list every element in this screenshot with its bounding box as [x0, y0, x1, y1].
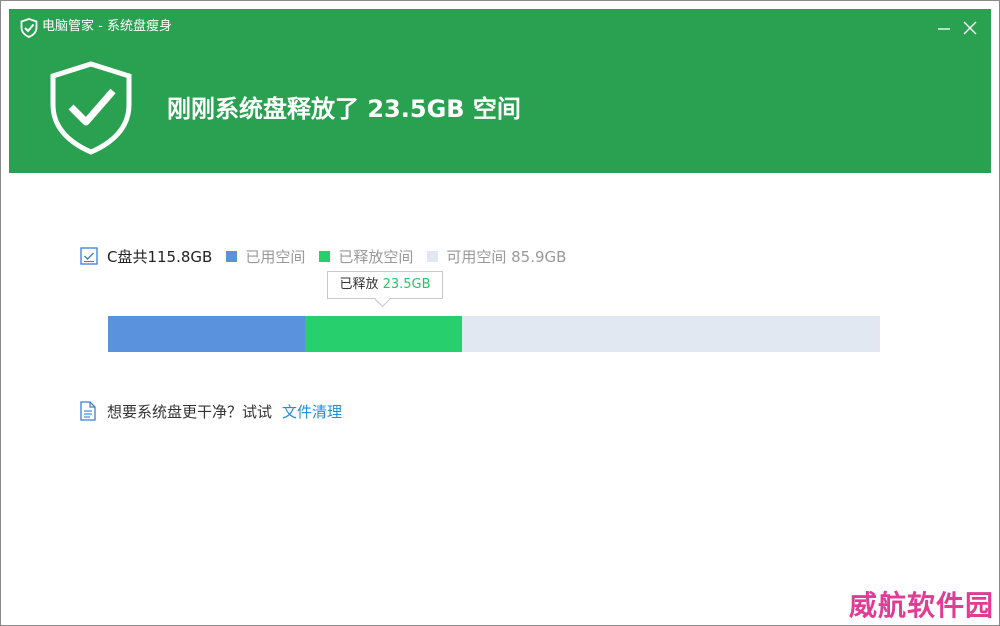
- checkbox-checked-icon[interactable]: [79, 246, 99, 266]
- minimize-button[interactable]: [933, 17, 955, 39]
- watermark: 威航软件园: [849, 589, 995, 622]
- close-icon: [963, 21, 977, 35]
- minimize-icon: [938, 28, 950, 30]
- title-bar[interactable]: 电脑管家 - 系统盘瘦身: [9, 9, 991, 45]
- disk-summary: C盘共115.8GB 已用空间 已释放空间 可用空间 85.9GB: [79, 244, 580, 268]
- disk-total-label: C盘共115.8GB: [107, 247, 213, 266]
- tooltip-value: 23.5GB: [382, 277, 431, 292]
- hint-text: 想要系统盘更干净？试试: [107, 402, 273, 421]
- app-window: 电脑管家 - 系统盘瘦身 刚刚系统盘释放了 23.5GB 空间 C盘共115.8…: [0, 0, 1000, 626]
- legend-used: 已用空间: [226, 246, 305, 267]
- document-icon: [80, 401, 96, 421]
- file-cleanup-link[interactable]: 文件清理: [282, 401, 342, 422]
- legend-available: 可用空间 85.9GB: [427, 246, 566, 267]
- bar-segment-used: [108, 316, 306, 352]
- legend-swatch-used: [226, 250, 238, 262]
- legend-label-available: 可用空间 85.9GB: [446, 247, 567, 266]
- result-headline: 刚刚系统盘释放了 23.5GB 空间: [167, 95, 521, 123]
- window-title: 电脑管家 - 系统盘瘦身: [42, 19, 172, 34]
- bar-segment-available: [461, 316, 880, 352]
- shield-check-icon: [20, 18, 38, 38]
- disk-usage-bar: [108, 316, 880, 352]
- legend-label-freed: 已释放空间: [338, 247, 414, 266]
- shield-check-icon: [50, 61, 132, 155]
- legend-swatch-freed: [319, 250, 331, 262]
- tooltip-prefix: 已释放: [339, 277, 383, 292]
- legend-swatch-available: [427, 250, 439, 262]
- cleanup-hint: 想要系统盘更干净？试试 文件清理: [79, 399, 342, 423]
- legend-label-used: 已用空间: [245, 247, 306, 266]
- close-button[interactable]: [959, 17, 981, 39]
- legend-freed: 已释放空间: [319, 246, 413, 267]
- header-banner: 电脑管家 - 系统盘瘦身 刚刚系统盘释放了 23.5GB 空间: [9, 9, 991, 173]
- bar-segment-freed: [305, 316, 462, 352]
